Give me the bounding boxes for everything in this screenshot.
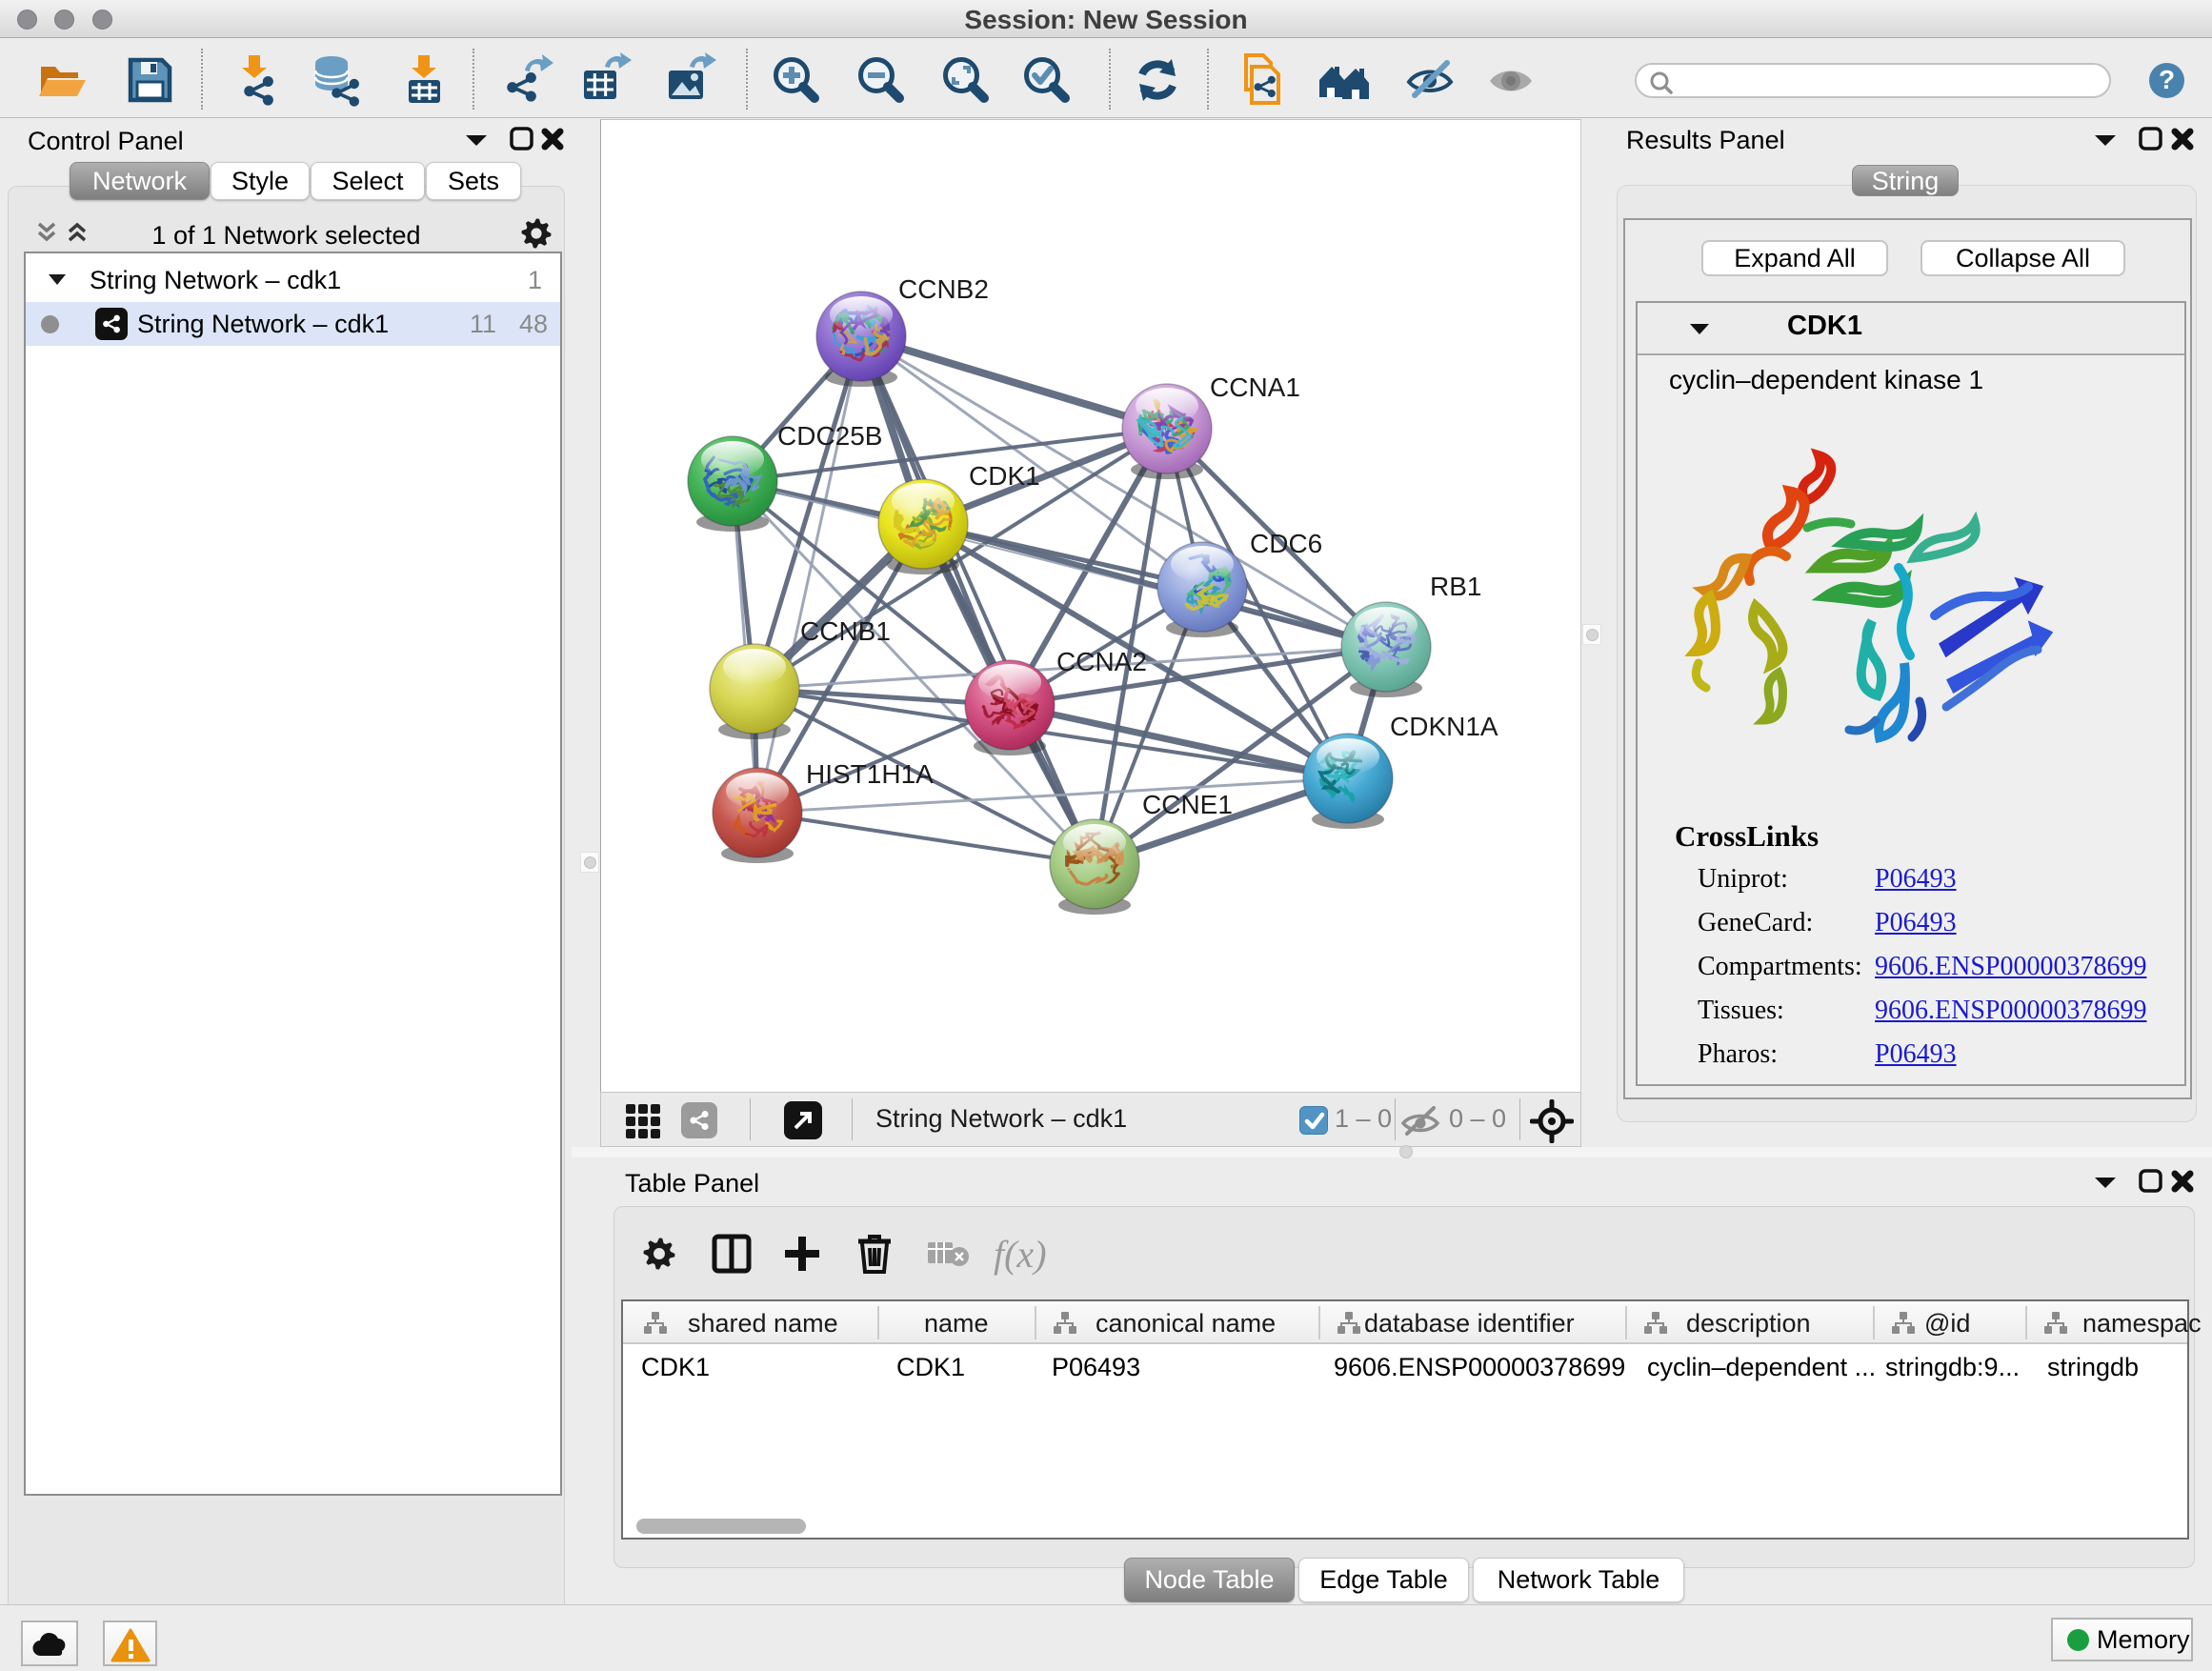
svg-text:CCNE1: CCNE1 <box>1142 790 1233 819</box>
svg-text:CDC6: CDC6 <box>1250 529 1322 558</box>
svg-text:HIST1H1A: HIST1H1A <box>806 759 934 789</box>
svg-text:CCNA1: CCNA1 <box>1210 372 1300 402</box>
svg-text:CCNB2: CCNB2 <box>898 274 989 304</box>
svg-text:CCNB1: CCNB1 <box>800 616 891 646</box>
svg-text:CDC25B: CDC25B <box>777 421 882 451</box>
svg-text:CDK1: CDK1 <box>969 461 1040 491</box>
svg-text:RB1: RB1 <box>1430 572 1481 601</box>
svg-text:CCNA2: CCNA2 <box>1056 647 1147 676</box>
svg-text:CDKN1A: CDKN1A <box>1390 712 1498 741</box>
